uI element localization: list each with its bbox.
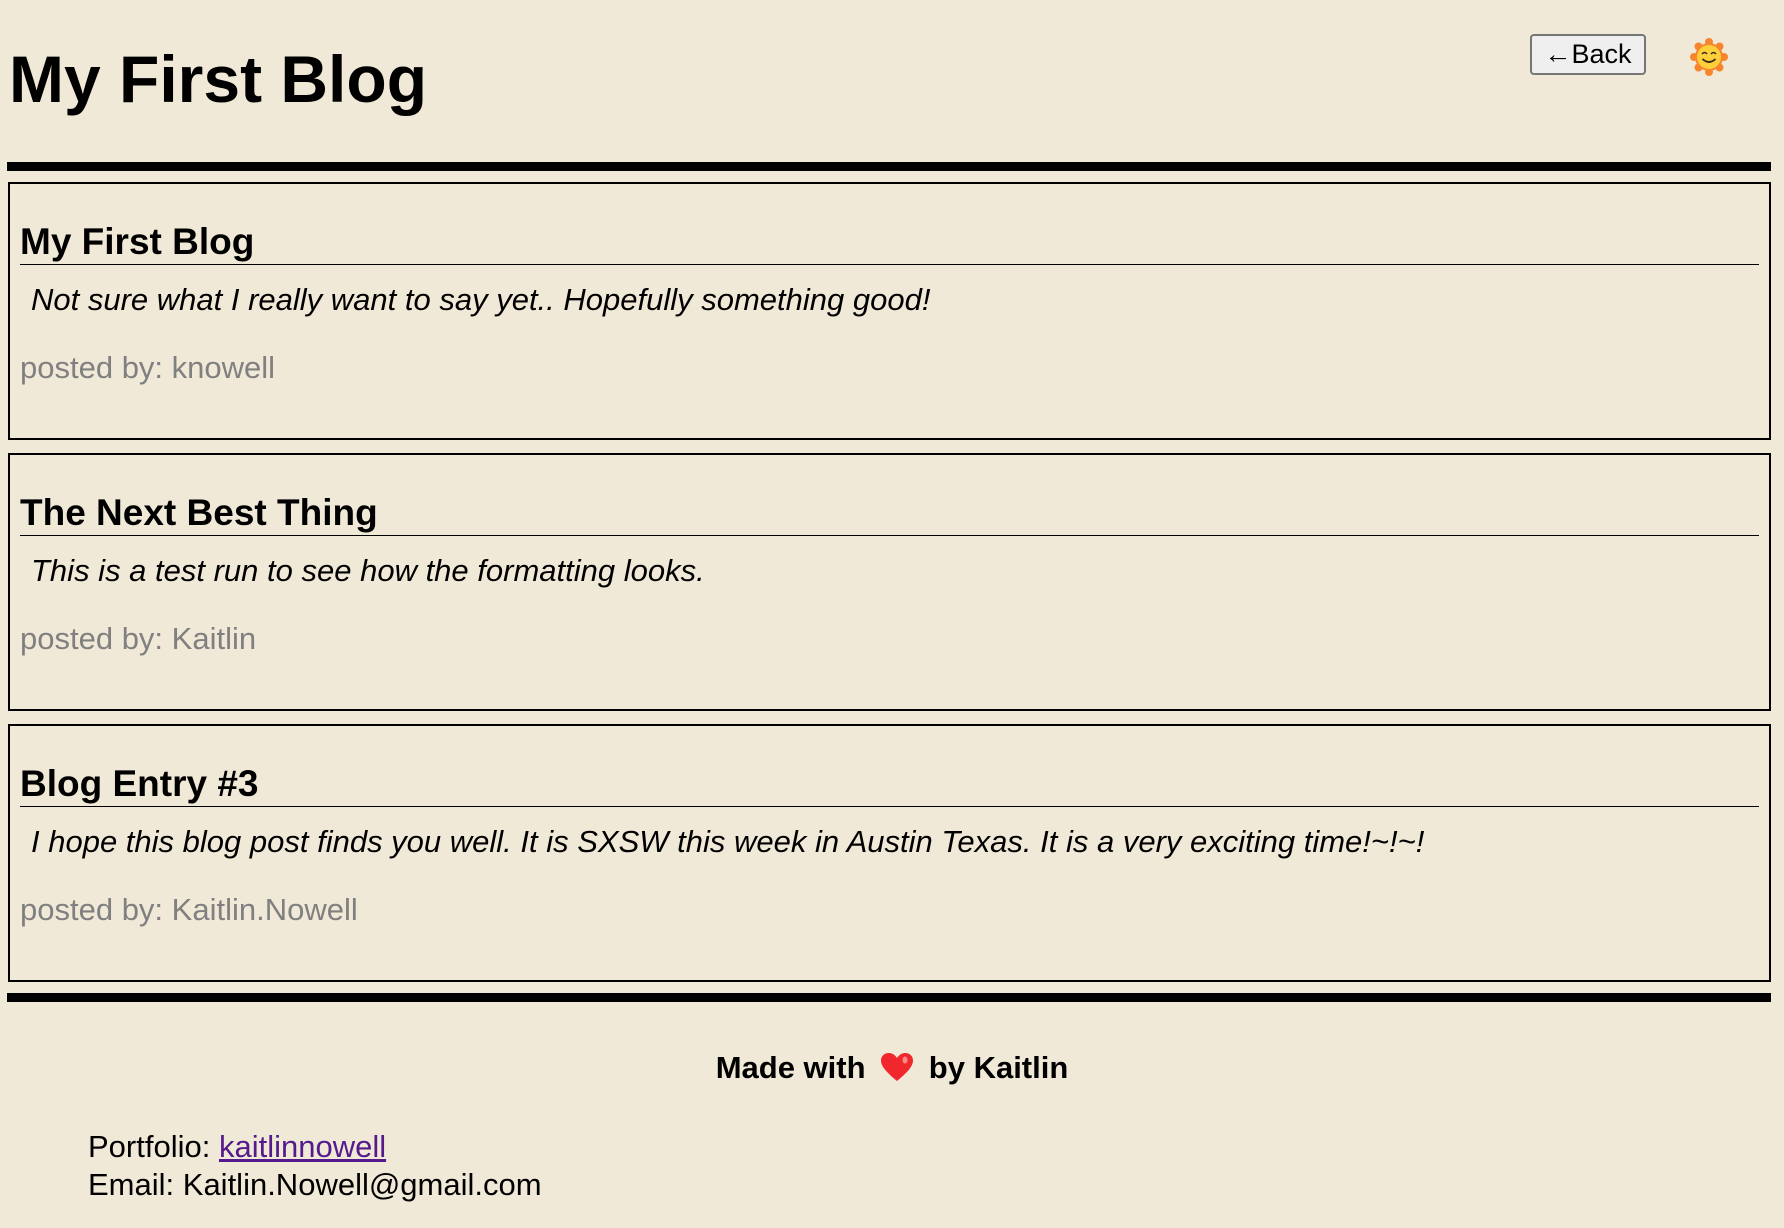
back-button[interactable]: ←Back — [1530, 34, 1646, 75]
portfolio-link[interactable]: kaitlinnowell — [219, 1129, 386, 1164]
post-title: Blog Entry #3 — [20, 762, 1759, 807]
post-author: posted by: knowell — [20, 350, 276, 385]
portfolio-line: Portfolio: kaitlinnowell — [88, 1128, 542, 1166]
post-title: My First Blog — [20, 220, 1759, 265]
post-body: I hope this blog post finds you well. It… — [31, 824, 1425, 859]
email-address: Kaitlin.Nowell@gmail.com — [182, 1167, 542, 1202]
made-with-prefix: Made with — [715, 1050, 866, 1085]
smiling-sun-icon — [1690, 38, 1728, 76]
post-author: posted by: Kaitlin — [20, 621, 257, 656]
portfolio-label: Portfolio: — [88, 1129, 211, 1164]
header-divider — [7, 162, 1771, 171]
blog-post: Blog Entry #3 I hope this blog post find… — [8, 724, 1771, 982]
made-with-suffix: by Kaitlin — [928, 1050, 1069, 1085]
blog-post: My First Blog Not sure what I really wan… — [8, 182, 1771, 440]
heart-icon — [881, 1053, 914, 1081]
contact-info: Portfolio: kaitlinnowell Email: Kaitlin.… — [88, 1128, 542, 1204]
footer-divider — [7, 993, 1771, 1002]
post-body: This is a test run to see how the format… — [31, 553, 705, 588]
blog-post: The Next Best Thing This is a test run t… — [8, 453, 1771, 711]
post-body: Not sure what I really want to say yet..… — [31, 282, 931, 317]
email-line: Email: Kaitlin.Nowell@gmail.com — [88, 1166, 542, 1204]
post-title: The Next Best Thing — [20, 491, 1759, 536]
site-title: My First Blog — [9, 42, 428, 116]
theme-toggle-button[interactable] — [1690, 38, 1728, 76]
post-author: posted by: Kaitlin.Nowell — [20, 892, 358, 927]
email-label: Email: — [88, 1167, 175, 1202]
made-with-credit: Made with by Kaitlin — [0, 1050, 1784, 1086]
